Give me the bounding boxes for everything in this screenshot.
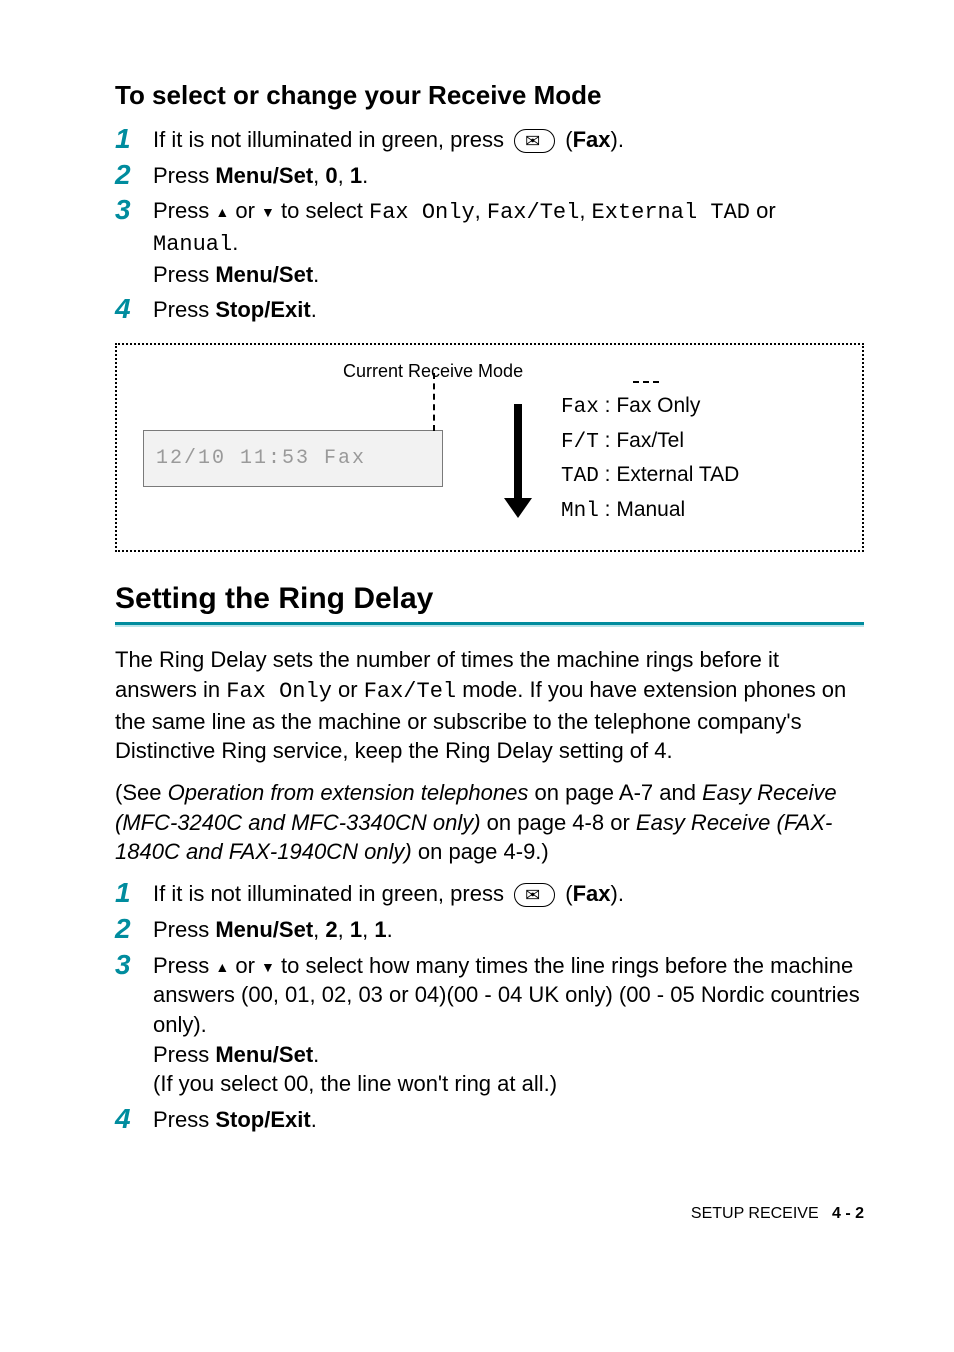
section-rule-icon [115, 622, 864, 627]
step: 2 Press Menu/Set, 2, 1, 1. [115, 915, 864, 945]
step: 4 Press Stop/Exit. [115, 295, 864, 325]
step: 3 Press ▲ or ▼ to select how many times … [115, 951, 864, 1099]
step-text: If it is not illuminated in green, press… [153, 879, 864, 909]
step-text: Press ▲ or ▼ to select how many times th… [153, 951, 864, 1099]
step-number: 2 [115, 161, 153, 189]
down-triangle-icon: ▼ [261, 204, 275, 220]
step: 1 If it is not illuminated in green, pre… [115, 125, 864, 155]
dashed-vertical-icon [433, 373, 435, 431]
dashed-connector-icon [633, 381, 659, 383]
step: 1 If it is not illuminated in green, pre… [115, 879, 864, 909]
mode-row: Mnl : Manual [561, 494, 739, 529]
body-paragraph: (See Operation from extension telephones… [115, 778, 864, 867]
step-number: 1 [115, 879, 153, 907]
fax-button-icon: ✉ [514, 883, 555, 907]
lcd-display: 12/10 11:53 Fax [143, 430, 443, 487]
up-triangle-icon: ▲ [215, 959, 229, 975]
step-number: 2 [115, 915, 153, 943]
step-text: Press Stop/Exit. [153, 295, 864, 325]
document-page: To select or change your Receive Mode 1 … [0, 0, 954, 1283]
mode-row: TAD : External TAD [561, 459, 739, 494]
mode-row: Fax : Fax Only [561, 390, 739, 425]
section-heading: Setting the Ring Delay [115, 582, 864, 616]
step-number: 4 [115, 295, 153, 323]
step: 2 Press Menu/Set, 0, 1. [115, 161, 864, 191]
fax-glyph-icon: ✉ [525, 886, 540, 904]
mode-row: F/T : Fax/Tel [561, 425, 739, 460]
step-number: 3 [115, 951, 153, 979]
mode-legend: Fax : Fax Only F/T : Fax/Tel TAD : Exter… [561, 390, 739, 528]
step-number: 4 [115, 1105, 153, 1133]
receive-mode-diagram: Current Receive Mode 12/10 11:53 Fax Fax… [115, 343, 864, 552]
step-number: 1 [115, 125, 153, 153]
body-paragraph: The Ring Delay sets the number of times … [115, 645, 864, 766]
step-text: If it is not illuminated in green, press… [153, 125, 864, 155]
step-text: Press Menu/Set, 0, 1. [153, 161, 864, 191]
fax-button-icon: ✉ [514, 129, 555, 153]
page-number: 4 - 2 [832, 1205, 864, 1222]
step-number: 3 [115, 196, 153, 224]
step-text: Press ▲ or ▼ to select Fax Only, Fax/Tel… [153, 196, 864, 289]
step-text: Press Menu/Set, 2, 1, 1. [153, 915, 864, 945]
footer-label: SETUP RECEIVE [691, 1205, 819, 1222]
steps-list-a: 1 If it is not illuminated in green, pre… [115, 125, 864, 325]
steps-list-b: 1 If it is not illuminated in green, pre… [115, 879, 864, 1135]
page-footer: SETUP RECEIVE 4 - 2 [115, 1205, 864, 1223]
up-triangle-icon: ▲ [215, 204, 229, 220]
step-text: Press Stop/Exit. [153, 1105, 864, 1135]
step: 3 Press ▲ or ▼ to select Fax Only, Fax/T… [115, 196, 864, 289]
down-triangle-icon: ▼ [261, 959, 275, 975]
step: 4 Press Stop/Exit. [115, 1105, 864, 1135]
fax-glyph-icon: ✉ [525, 132, 540, 150]
diagram-label: Current Receive Mode [343, 361, 836, 382]
down-arrow-icon [493, 398, 543, 518]
subsection-heading: To select or change your Receive Mode [115, 80, 864, 111]
